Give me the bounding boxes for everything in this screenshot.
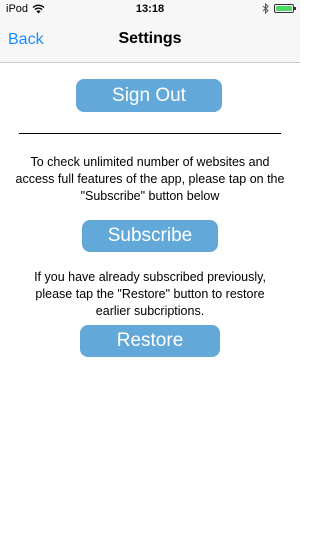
subscribe-info-text: To check unlimited number of websites an… <box>15 155 285 203</box>
status-right <box>262 3 296 14</box>
restore-info-text: If you have already subscribed previousl… <box>34 270 266 318</box>
battery-icon <box>274 4 296 13</box>
bluetooth-icon <box>262 3 269 14</box>
status-bar: iPod 13:18 <box>0 0 300 20</box>
restore-button[interactable]: Restore <box>80 325 220 357</box>
navigation-bar: Back Settings <box>0 20 300 63</box>
sign-out-button[interactable]: Sign Out <box>76 79 222 112</box>
divider <box>19 133 281 134</box>
status-time: 13:18 <box>135 3 165 15</box>
subscribe-button[interactable]: Subscribe <box>82 220 218 252</box>
page-title: Settings <box>118 30 182 47</box>
battery-level <box>276 6 292 11</box>
